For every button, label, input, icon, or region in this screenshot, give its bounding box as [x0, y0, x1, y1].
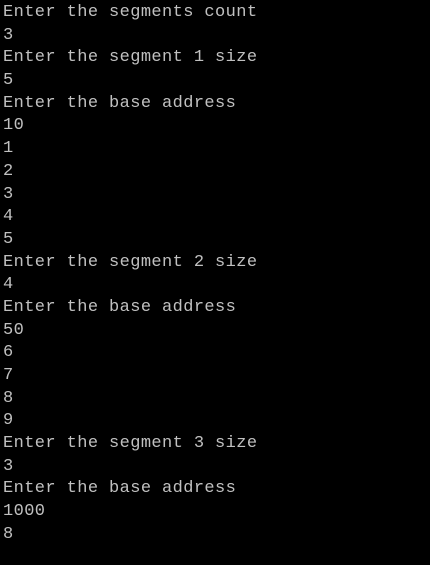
- input-value: 4: [3, 207, 14, 227]
- prompt-base-address-1: Enter the base address: [3, 93, 237, 113]
- input-segment-2-size: 4: [3, 275, 14, 295]
- input-value: 8: [3, 388, 14, 408]
- prompt-base-address-2: Enter the base address: [3, 297, 237, 317]
- input-segment-3-size: 3: [3, 456, 14, 476]
- input-value: 6: [3, 343, 14, 363]
- console-output: Enter the segments count 3 Enter the seg…: [0, 0, 430, 547]
- input-value: 1: [3, 139, 14, 159]
- input-base-address-2: 50: [3, 320, 25, 340]
- input-value: 9: [3, 411, 14, 431]
- prompt-base-address-3: Enter the base address: [3, 479, 237, 499]
- input-base-address-1: 10: [3, 116, 25, 136]
- input-value: 2: [3, 161, 14, 181]
- prompt-segments-count: Enter the segments count: [3, 3, 258, 22]
- input-segment-1-size: 5: [3, 71, 14, 91]
- prompt-segment-1-size: Enter the segment 1 size: [3, 48, 258, 68]
- prompt-segment-3-size: Enter the segment 3 size: [3, 434, 258, 454]
- input-base-address-3: 1000: [3, 502, 46, 522]
- input-value: 3: [3, 184, 14, 204]
- input-segments-count: 3: [3, 25, 14, 45]
- console-window[interactable]: Enter the segments count 3 Enter the seg…: [0, 0, 431, 566]
- input-value: 8: [3, 524, 14, 544]
- input-value: 7: [3, 366, 14, 385]
- prompt-segment-2-size: Enter the segment 2 size: [3, 252, 258, 272]
- input-value: 5: [3, 229, 14, 249]
